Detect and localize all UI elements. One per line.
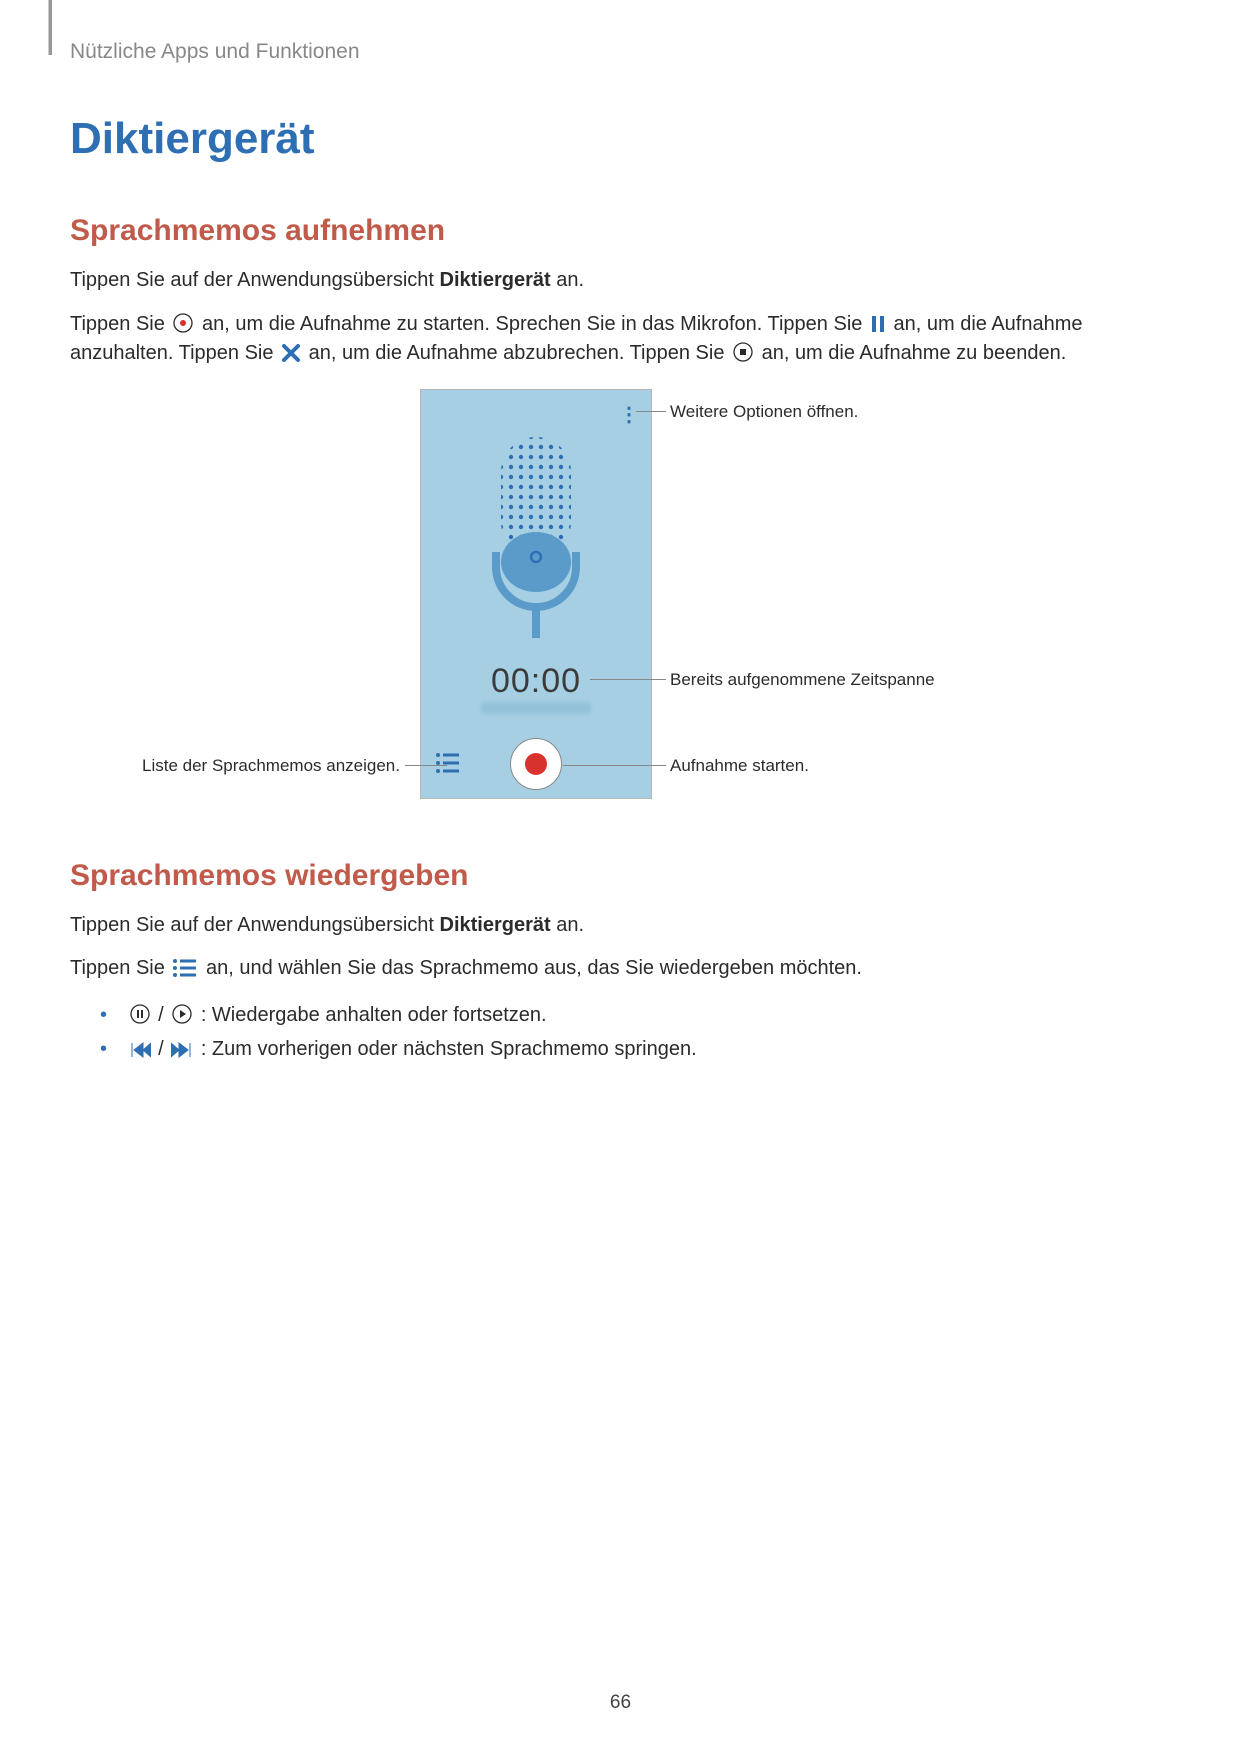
- more-options-icon[interactable]: ⋮: [619, 402, 639, 427]
- t: Tippen Sie auf der Anwendungsübersicht: [70, 914, 440, 936]
- t: an, und wählen Sie das Sprachmemo aus, d…: [206, 957, 862, 979]
- t: an, um die Aufnahme abzubrechen. Tippen …: [309, 342, 730, 364]
- recorder-figure: ⋮ 00:00: [70, 389, 1171, 819]
- section-title-record: Sprachmemos aufnehmen: [70, 214, 1171, 248]
- list-item: / : Zum vorherigen oder nächsten Sprachm…: [100, 1032, 1171, 1066]
- stop-icon: [732, 341, 754, 363]
- text-recording-instructions: Tippen Sie an, um die Aufnahme zu starte…: [70, 310, 1171, 369]
- t: : Wiedergabe anhalten oder fortsetzen.: [201, 1004, 547, 1026]
- text-select-memo: Tippen Sie an, und wählen Sie das Sprach…: [70, 954, 1171, 984]
- app-name: Diktiergerät: [440, 269, 551, 291]
- memo-name-placeholder: [481, 702, 591, 714]
- app-name: Diktiergerät: [440, 914, 551, 936]
- play-circle-icon: [171, 1003, 193, 1025]
- breadcrumb: Nützliche Apps und Funktionen: [70, 40, 1171, 64]
- callout-memo-list: Liste der Sprachmemos anzeigen.: [140, 756, 400, 776]
- skip-previous-icon: [129, 1041, 151, 1059]
- playback-controls-list: / : Wiedergabe anhalten oder fortsetzen.…: [100, 998, 1171, 1066]
- callout-more-options: Weitere Optionen öffnen.: [670, 402, 858, 422]
- record-icon: [172, 312, 194, 334]
- recording-timer: 00:00: [421, 662, 651, 701]
- t: an.: [551, 269, 584, 291]
- t: an, um die Aufnahme zu starten. Sprechen…: [202, 313, 868, 335]
- page-number: 66: [0, 1692, 1241, 1714]
- callout-elapsed-time: Bereits aufgenommene Zeitspanne: [670, 670, 935, 690]
- page-title: Diktiergerät: [70, 114, 1171, 164]
- list-icon: [172, 958, 198, 978]
- t: Tippen Sie: [70, 313, 170, 335]
- list-item: / : Wiedergabe anhalten oder fortsetzen.: [100, 998, 1171, 1032]
- pause-icon: [870, 314, 886, 334]
- t: Tippen Sie: [70, 957, 170, 979]
- record-button[interactable]: [510, 738, 562, 790]
- t: an.: [551, 914, 584, 936]
- t: Tippen Sie auf der Anwendungsübersicht: [70, 269, 440, 291]
- skip-next-icon: [171, 1041, 193, 1059]
- t: : Zum vorherigen oder nächsten Sprachmem…: [201, 1038, 697, 1060]
- memo-list-icon[interactable]: [435, 752, 461, 774]
- microphone-icon: [476, 432, 596, 642]
- pause-circle-icon: [129, 1003, 151, 1025]
- callout-start-recording: Aufnahme starten.: [670, 756, 809, 776]
- phone-screenshot: ⋮ 00:00: [420, 389, 652, 799]
- text-open-app-2: Tippen Sie auf der Anwendungsübersicht D…: [70, 911, 1171, 941]
- record-dot-icon: [525, 753, 547, 775]
- t: an, um die Aufnahme zu beenden.: [762, 342, 1067, 364]
- text-open-app-1: Tippen Sie auf der Anwendungsübersicht D…: [70, 266, 1171, 296]
- section-title-playback: Sprachmemos wiedergeben: [70, 859, 1171, 893]
- cancel-icon: [281, 343, 301, 363]
